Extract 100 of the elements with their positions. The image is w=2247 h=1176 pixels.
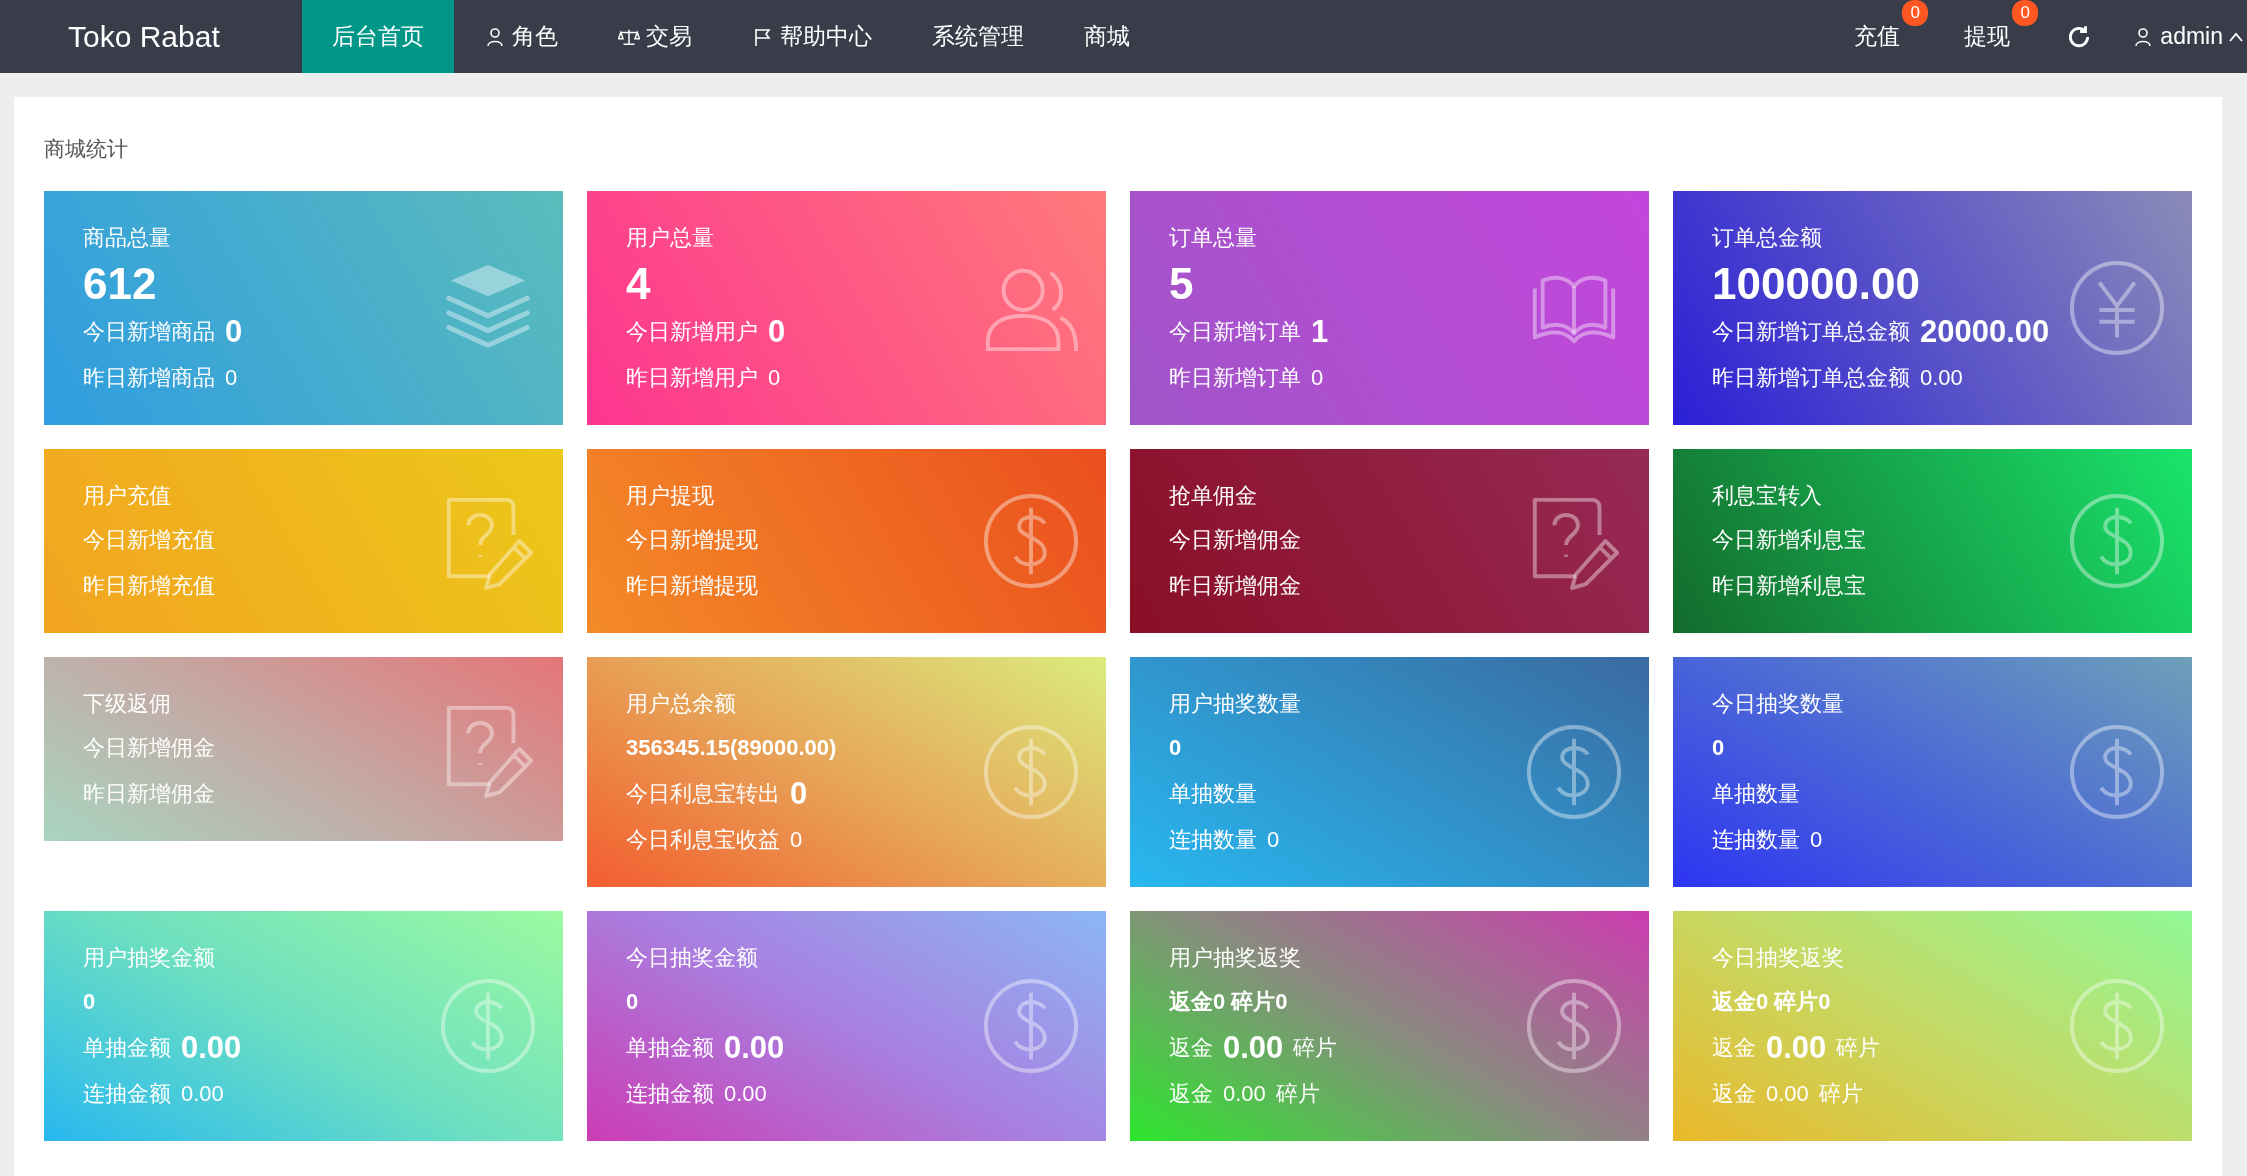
yen-icon: [2068, 259, 2166, 357]
stat-label: 今日新增商品: [83, 318, 215, 346]
dollar-icon: [439, 977, 537, 1075]
stat-label: 今日利息宝转出: [626, 780, 780, 808]
stat-value: 0.00: [181, 1030, 242, 1066]
card-title: 下级返佣: [83, 690, 172, 718]
stat-label: 返金: [1712, 1034, 1756, 1062]
card-title: 抢单佣金: [1169, 482, 1258, 510]
card-title: 用户充值: [83, 482, 172, 510]
stat-label: 碎片: [1818, 1080, 1863, 1108]
dollar-icon: [1525, 723, 1623, 821]
card-title: 用户抽奖金额: [83, 944, 216, 972]
stat-label: 今日新增订单总金额: [1712, 318, 1910, 346]
stat-label: 昨日新增提现: [626, 572, 758, 600]
stat-value: 0: [790, 776, 808, 812]
stat-label: 0: [1311, 365, 1324, 391]
dollar-icon: [2068, 977, 2166, 1075]
stat-value: 返金0 碎片0: [1169, 988, 1288, 1016]
dollar-icon: [982, 723, 1080, 821]
stat-label: 连抽数量: [1712, 826, 1800, 854]
stat-label: 今日新增佣金: [83, 734, 215, 762]
stat-label: 昨日新增商品: [83, 364, 215, 392]
stat-label: 连抽数量: [1169, 826, 1257, 854]
card-title: 用户抽奖返奖: [1169, 944, 1302, 972]
stat-label: 今日新增用户: [626, 318, 758, 346]
dollar-icon: [2068, 723, 2166, 821]
card-title: 订单总金额: [1712, 224, 1823, 252]
stat-value: 20000.00: [1920, 314, 2050, 350]
stat-value: 4: [626, 259, 651, 309]
card-title: 用户总量: [626, 224, 715, 252]
stat-label: 碎片: [1836, 1034, 1881, 1062]
stat-label: 昨日新增充值: [83, 572, 215, 600]
stat-label: 昨日新增用户: [626, 364, 758, 392]
section-title: 商城统计: [44, 136, 129, 162]
stat-label: 返金: [1169, 1034, 1213, 1062]
card-title: 今日抽奖数量: [1712, 690, 1845, 718]
stat-value: 0.00: [1766, 1030, 1827, 1066]
dollar-icon: [982, 492, 1080, 590]
dollar-icon: [2068, 492, 2166, 590]
stat-value: 0.00: [724, 1030, 785, 1066]
nav-link[interactable]: 提现: [1964, 21, 2011, 52]
card-title: 用户提现: [626, 482, 715, 510]
stat-value: 356345.15(89000.00): [626, 735, 837, 761]
stat-label: 返金: [1169, 1080, 1213, 1108]
dollar-icon: [982, 977, 1080, 1075]
user-menu[interactable]: admin: [2132, 0, 2247, 73]
user-icon: [484, 26, 506, 47]
card-title: 订单总量: [1169, 224, 1258, 252]
stat-label: 0.00: [1223, 1081, 1266, 1107]
stat-label: 今日新增利息宝: [1712, 526, 1866, 554]
stat-label: 碎片: [1293, 1034, 1338, 1062]
stat-label: 0.00: [724, 1081, 767, 1107]
stat-label: 连抽金额: [83, 1080, 171, 1108]
stat-value: 返金0 碎片0: [1712, 988, 1831, 1016]
stat-value: 0.00: [1223, 1030, 1284, 1066]
stat-label: 0.00: [181, 1081, 224, 1107]
stat-label: 今日新增提现: [626, 526, 758, 554]
stat-label: 单抽数量: [1169, 780, 1257, 808]
stat-label: 今日新增佣金: [1169, 526, 1301, 554]
nav-tab[interactable]: 角色: [454, 0, 588, 73]
stat-label: 0.00: [1920, 365, 1963, 391]
card-title: 今日抽奖返奖: [1712, 944, 1845, 972]
stat-value: 0: [626, 989, 639, 1015]
stat-label: 碎片: [1275, 1080, 1320, 1108]
stat-label: 单抽金额: [626, 1034, 714, 1062]
nav-tab[interactable]: 系统管理: [902, 0, 1054, 73]
stat-label: 今日新增订单: [1169, 318, 1301, 346]
stat-value: 0: [83, 989, 96, 1015]
stat-value: 5: [1169, 259, 1194, 309]
stat-value: 0: [1712, 735, 1725, 761]
nav-tab[interactable]: 商城: [1054, 0, 1160, 73]
card-title: 利息宝转入: [1712, 482, 1823, 510]
stat-value: 0: [1169, 735, 1182, 761]
stat-value: 612: [83, 259, 157, 309]
stat-label: 0: [1810, 827, 1823, 853]
stat-label: 今日新增充值: [83, 526, 215, 554]
nav-tab[interactable]: 交易: [588, 0, 722, 73]
caret-icon: [2229, 31, 2243, 42]
card-title: 今日抽奖金额: [626, 944, 759, 972]
nav-tab[interactable]: 帮助中心: [722, 0, 902, 73]
stat-label: 0: [225, 365, 238, 391]
count-badge: 0: [1902, 0, 1929, 26]
card-title: 商品总量: [83, 224, 172, 252]
stat-value: 0: [768, 314, 786, 350]
brand-name: Toko Rabat: [67, 18, 221, 55]
nav-link[interactable]: 充值: [1854, 21, 1901, 52]
nav-tab[interactable]: 后台首页: [302, 0, 454, 73]
stat-label: 0.00: [1766, 1081, 1809, 1107]
stat-label: 昨日新增佣金: [83, 780, 215, 808]
stat-label: 昨日新增佣金: [1169, 572, 1301, 600]
count-badge: 0: [2012, 0, 2039, 26]
stat-label: 昨日新增订单总金额: [1712, 364, 1910, 392]
stat-label: 0: [768, 365, 781, 391]
stat-label: 单抽金额: [83, 1034, 171, 1062]
stat-label: 0: [1267, 827, 1280, 853]
stat-value: 100000.00: [1712, 259, 1920, 309]
stat-value: 0: [225, 314, 243, 350]
stat-label: 连抽金额: [626, 1080, 714, 1108]
stat-label: 返金: [1712, 1080, 1756, 1108]
dollar-icon: [1525, 977, 1623, 1075]
